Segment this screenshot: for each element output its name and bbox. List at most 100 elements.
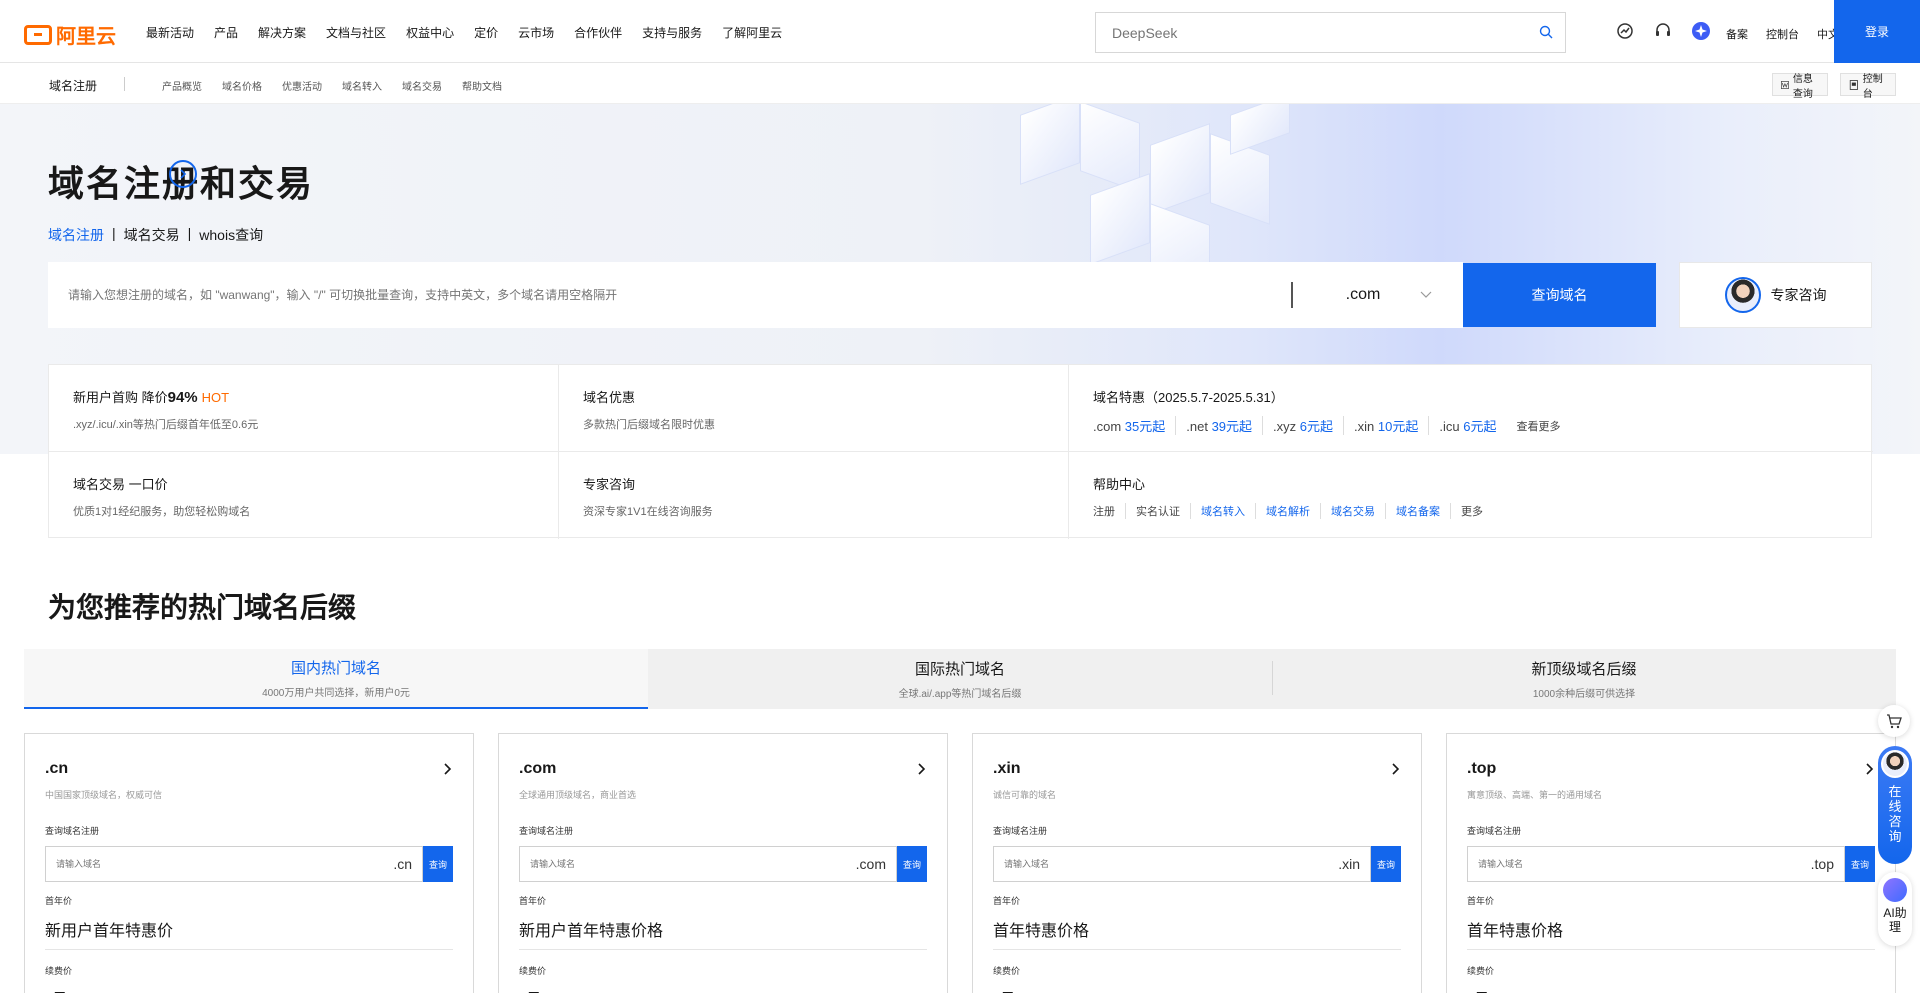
nav-item-support[interactable]: 支持与服务 bbox=[642, 24, 702, 41]
price-item[interactable]: .net 39元起 bbox=[1175, 416, 1262, 435]
nav-item-pricing[interactable]: 定价 bbox=[474, 24, 498, 41]
nav-item-docs[interactable]: 文档与社区 bbox=[326, 24, 386, 41]
price-more-link[interactable]: 查看更多 bbox=[1506, 418, 1570, 434]
main-menu: 最新活动 产品 解决方案 文档与社区 权益中心 定价 云市场 合作伙伴 支持与服… bbox=[146, 24, 802, 41]
help-link[interactable]: 域名转入 bbox=[1190, 503, 1255, 519]
nav-item-products[interactable]: 产品 bbox=[214, 24, 238, 41]
card-query-button[interactable]: 查询 bbox=[1371, 846, 1401, 882]
dashboard-icon[interactable] bbox=[1616, 22, 1634, 40]
card-label: 首年价 bbox=[1467, 896, 1495, 906]
card-domain-field[interactable] bbox=[1468, 847, 1768, 881]
card-header[interactable]: .top bbox=[1467, 760, 1875, 778]
subnav-link-transfer[interactable]: 域名转入 bbox=[342, 78, 382, 93]
nav-item-marketplace[interactable]: 云市场 bbox=[518, 24, 554, 41]
card-header[interactable]: .cn bbox=[45, 760, 453, 778]
expert-consult-button[interactable]: 专家咨询 bbox=[1679, 262, 1872, 328]
card-domain-field[interactable] bbox=[46, 847, 346, 881]
nav-link-record[interactable]: 备案 bbox=[1726, 26, 1748, 42]
subnav-link-trade[interactable]: 域名交易 bbox=[402, 78, 442, 93]
tab-new-tld[interactable]: 新顶级域名后缀 1000余种后缀可供选择 bbox=[1272, 649, 1896, 709]
nav-item-partners[interactable]: 合作伙伴 bbox=[574, 24, 622, 41]
card-price: 首年特惠价格 bbox=[1467, 923, 1564, 940]
card-query-button[interactable]: 查询 bbox=[423, 846, 453, 882]
card-header[interactable]: .xin bbox=[993, 760, 1401, 778]
input-divider bbox=[1291, 282, 1293, 308]
help-link[interactable]: 注册 bbox=[1093, 503, 1125, 519]
ai-assistant-icon[interactable] bbox=[1692, 22, 1710, 40]
tab-separator: | bbox=[187, 225, 192, 241]
card-suffix-name: .cn bbox=[45, 760, 69, 777]
console-icon bbox=[1849, 79, 1858, 90]
online-consult-button[interactable]: 在线咨询 bbox=[1878, 746, 1912, 864]
nav-item-about[interactable]: 了解阿里云 bbox=[722, 24, 782, 41]
feature-desc: .xyz/.icu/.xin等热门后缀首年低至0.6元 bbox=[73, 419, 259, 431]
card-query-button[interactable]: 查询 bbox=[897, 846, 927, 882]
feature-discount[interactable]: 域名优惠 多款热门后缀域名限时优惠 bbox=[559, 365, 1069, 452]
tab-domain-trade[interactable]: 域名交易 bbox=[124, 225, 180, 245]
help-link[interactable]: 域名备案 bbox=[1385, 503, 1450, 519]
headset-icon[interactable] bbox=[1654, 22, 1672, 40]
tab-whois[interactable]: whois查询 bbox=[199, 225, 263, 245]
cart-button[interactable] bbox=[1878, 705, 1910, 737]
subnav-link-promotions[interactable]: 优惠活动 bbox=[282, 78, 322, 93]
feature-new-user[interactable]: 新用户首购 降价94% HOT .xyz/.icu/.xin等热门后缀首年低至0.… bbox=[49, 365, 559, 452]
subnav-title[interactable]: 域名注册 bbox=[49, 77, 97, 94]
suffix-dropdown[interactable]: .com bbox=[1316, 262, 1462, 328]
price-list: .com 35元起 .net 39元起 .xyz 6元起 .xin 10元起 .… bbox=[1093, 416, 1849, 435]
card-input-suffix: .xin bbox=[1338, 856, 1360, 872]
tab-international-domains[interactable]: 国际热门域名 全球.ai/.app等热门域名后缀 bbox=[648, 649, 1272, 709]
feature-expert[interactable]: 专家咨询 资深专家1V1在线咨询服务 bbox=[559, 452, 1069, 539]
title-arrow-button[interactable] bbox=[169, 160, 197, 188]
card-query-button[interactable]: 查询 bbox=[1845, 846, 1875, 882]
decor-cube bbox=[1230, 104, 1290, 155]
cart-icon bbox=[1887, 714, 1902, 729]
card-renew-price: 3元 bbox=[45, 988, 67, 993]
price-item[interactable]: .icu 6元起 bbox=[1428, 416, 1506, 435]
domain-card-com: .com 全球通用顶级域名，商业首选 查询域名注册 .com 查询 首年价 新用… bbox=[498, 733, 948, 993]
card-header[interactable]: .com bbox=[519, 760, 927, 778]
hot-badge: HOT bbox=[201, 390, 230, 405]
global-search-input[interactable] bbox=[1096, 13, 1565, 52]
subnav-link-pricing[interactable]: 域名价格 bbox=[222, 78, 262, 93]
tab-domain-register[interactable]: 域名注册 bbox=[48, 225, 104, 245]
feature-trade[interactable]: 域名交易 一口价 优质1对1经纪服务，助您轻松购域名 bbox=[49, 452, 559, 539]
expert-avatar bbox=[1724, 277, 1761, 313]
chevron-down-icon bbox=[1420, 291, 1432, 298]
price-item[interactable]: .com 35元起 bbox=[1093, 416, 1175, 435]
chevron-right-icon bbox=[918, 763, 926, 775]
search-icon[interactable] bbox=[1539, 25, 1553, 39]
card-domain-field[interactable] bbox=[520, 847, 820, 881]
feature-desc: 资深专家1V1在线咨询服务 bbox=[583, 506, 713, 518]
help-link[interactable]: 域名解析 bbox=[1255, 503, 1320, 519]
nav-item-benefits[interactable]: 权益中心 bbox=[406, 24, 454, 41]
online-consult-label: 在线咨询 bbox=[1888, 784, 1902, 844]
console-button[interactable]: 控制台 bbox=[1840, 73, 1896, 100]
aliyun-logo[interactable]: 阿里云 bbox=[24, 20, 116, 49]
card-price: 新用户首年特惠价 bbox=[45, 923, 174, 940]
nav-link-console[interactable]: 控制台 bbox=[1766, 26, 1799, 42]
tab-subtitle: 4000万用户共同选择，新用户0元 bbox=[262, 688, 410, 699]
help-link[interactable]: 域名交易 bbox=[1320, 503, 1385, 519]
subnav-link-overview[interactable]: 产品概览 bbox=[162, 78, 202, 93]
consultant-avatar bbox=[1881, 750, 1909, 778]
card-domain-field[interactable] bbox=[994, 847, 1294, 881]
domain-search-input[interactable] bbox=[48, 262, 1288, 328]
domain-search-bar: .com bbox=[48, 262, 1463, 328]
logo-text: 阿里云 bbox=[56, 26, 116, 48]
ai-assistant-button[interactable]: AI助理 bbox=[1878, 872, 1912, 946]
help-links: 注册 实名认证 域名转入 域名解析 域名交易 域名备案 更多 bbox=[1093, 503, 1849, 519]
nav-links: 备案 控制台 中文 bbox=[1726, 26, 1839, 42]
help-link[interactable]: 实名认证 bbox=[1125, 503, 1190, 519]
whois-button[interactable]: 信息查询 bbox=[1772, 73, 1828, 100]
tab-domestic-domains[interactable]: 国内热门域名 4000万用户共同选择，新用户0元 bbox=[24, 649, 648, 709]
global-search bbox=[1095, 12, 1566, 53]
help-link[interactable]: 更多 bbox=[1450, 503, 1493, 519]
nav-item-solutions[interactable]: 解决方案 bbox=[258, 24, 306, 41]
price-item[interactable]: .xin 10元起 bbox=[1343, 416, 1428, 435]
query-domain-button[interactable]: 查询域名 bbox=[1463, 263, 1656, 327]
price-item[interactable]: .xyz 6元起 bbox=[1262, 416, 1343, 435]
nav-item-activity[interactable]: 最新活动 bbox=[146, 24, 194, 41]
hero-tabs: 域名注册 | 域名交易 | whois查询 bbox=[48, 225, 263, 245]
subnav-link-help[interactable]: 帮助文档 bbox=[462, 78, 502, 93]
login-button[interactable]: 登录 bbox=[1834, 0, 1920, 63]
